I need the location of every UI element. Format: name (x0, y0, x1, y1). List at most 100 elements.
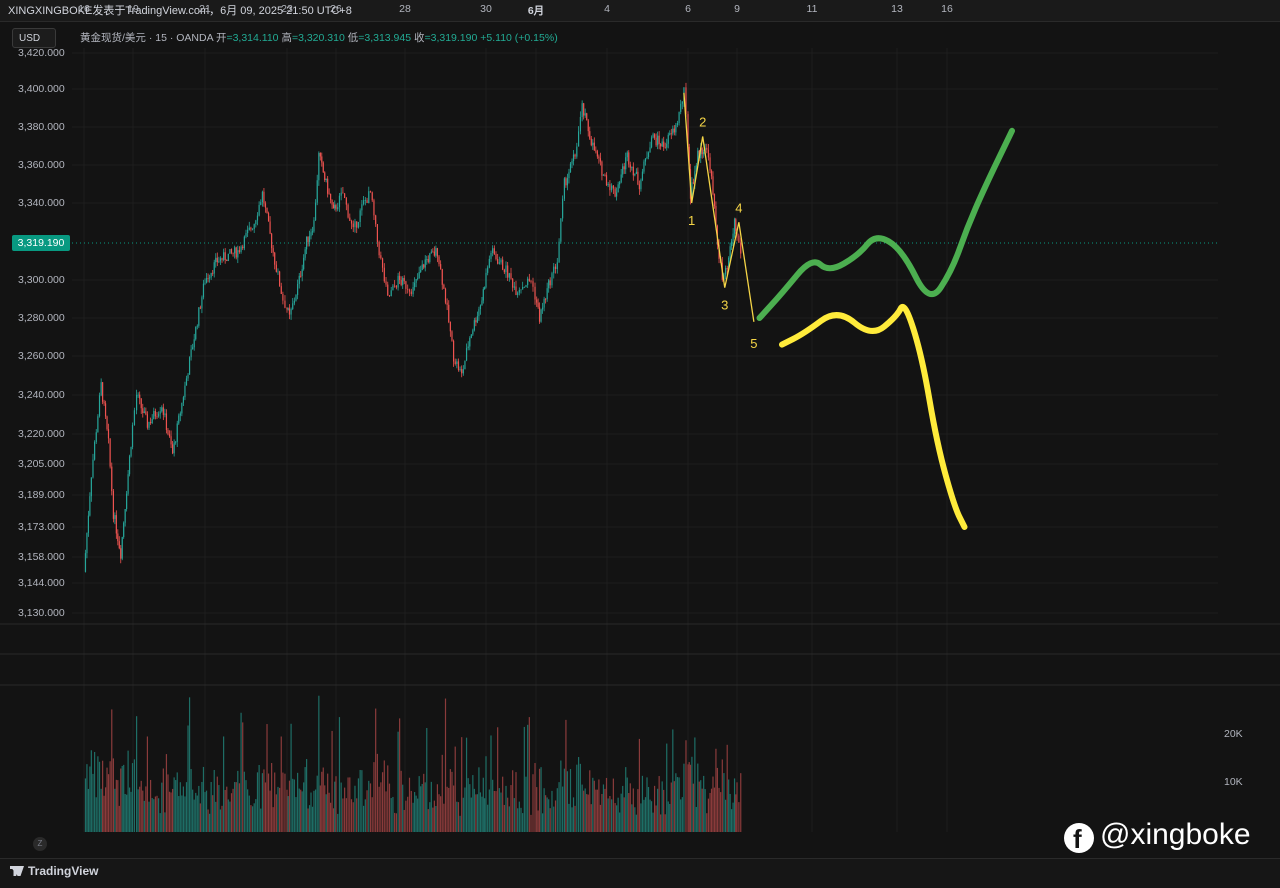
volume-bar (266, 724, 268, 832)
candle-body (733, 219, 736, 234)
candle-body (154, 410, 156, 417)
volume-bar (196, 795, 198, 832)
candle-body (612, 185, 614, 189)
volume-bar (321, 771, 323, 832)
candle-body (515, 286, 517, 295)
candle-body (548, 280, 550, 289)
candle-body (159, 411, 161, 414)
candle-body (361, 204, 363, 211)
candle-body (164, 413, 166, 415)
zoom-reset-button[interactable]: Z (33, 837, 47, 851)
volume-bar (311, 806, 314, 832)
price-tick-label: 3,130.000 (18, 607, 65, 619)
volume-bar (357, 778, 360, 832)
volume-bar (443, 803, 445, 832)
candle-body (472, 330, 474, 335)
candle-body (172, 444, 174, 454)
volume-bar (518, 801, 520, 832)
volume-bar (261, 773, 263, 832)
candle-body (230, 249, 233, 253)
volume-bar (148, 801, 150, 832)
volume-bar (407, 796, 409, 832)
volume-bar (451, 771, 453, 832)
candle-body (596, 151, 598, 157)
volume-bar (282, 772, 284, 832)
candle-body (673, 128, 675, 133)
candle-body (660, 144, 662, 147)
candle-body (256, 215, 259, 221)
volume-bar (487, 804, 489, 832)
candle-body (461, 369, 463, 374)
volume-bar (562, 786, 564, 832)
volume-bar (492, 779, 494, 832)
volume-bar (364, 799, 366, 832)
candle-body (599, 158, 602, 162)
candle-body (387, 284, 389, 296)
time-tick-label: 16 (78, 3, 90, 15)
volume-bar (576, 764, 578, 832)
volume-bar (156, 795, 158, 832)
candle-body (190, 349, 192, 358)
candle-body (646, 156, 648, 159)
candle-body (245, 233, 247, 237)
volume-bar (349, 777, 351, 832)
volume-bar (89, 766, 91, 832)
candle-body (274, 252, 276, 265)
price-chart[interactable]: 12345 (0, 0, 1280, 887)
volume-bar (332, 808, 335, 832)
volume-bar (100, 788, 102, 832)
price-tick-label: 3,380.000 (18, 121, 65, 133)
volume-bar (327, 773, 329, 832)
volume-bar (243, 771, 245, 832)
candle-body (330, 193, 332, 200)
candle-body (136, 395, 138, 411)
volume-bar (612, 778, 614, 832)
volume-bar (663, 789, 665, 832)
volume-bar (218, 785, 220, 832)
volume-bar (128, 787, 131, 832)
volume-bar (551, 790, 553, 832)
volume-bar (429, 802, 431, 832)
wave-label-5: 5 (750, 336, 757, 351)
candle-body (724, 267, 727, 275)
candle-body (176, 423, 178, 442)
candle-body (198, 307, 200, 326)
candle-body (498, 262, 500, 264)
volume-bar (227, 799, 229, 832)
volume-bar (601, 793, 603, 832)
candle-body (488, 258, 490, 268)
time-tick-label: 6 (685, 3, 691, 15)
candle-body (390, 290, 392, 297)
volume-bar (172, 788, 174, 832)
candle-body (576, 146, 578, 157)
candle-body (703, 152, 705, 155)
candle-body (167, 429, 169, 435)
price-tick-label: 3,300.000 (18, 274, 65, 286)
volume-bar (625, 767, 627, 832)
candle-body (94, 441, 96, 460)
volume-bar (440, 796, 442, 832)
candle-body (706, 147, 708, 150)
volume-bar (213, 769, 215, 832)
price-axis[interactable]: 3,420.000 3,400.000 3,380.000 3,360.000 3,34… (0, 0, 72, 630)
volume-bar (581, 784, 583, 832)
candle-body (676, 123, 679, 125)
volume-bar (253, 803, 255, 832)
candle-body (441, 269, 443, 285)
candle-body (310, 232, 312, 237)
volume-bar (212, 795, 214, 832)
candle-body (297, 283, 299, 296)
volume-bar (192, 789, 194, 832)
volume-bar (340, 782, 342, 832)
candle-body (331, 199, 333, 205)
candle-body (349, 217, 351, 221)
volume-bar (626, 777, 628, 832)
candle-body (473, 320, 475, 331)
volume-bar (640, 803, 642, 832)
candle-body (418, 271, 420, 279)
volume-bar (300, 789, 302, 832)
candle-body (510, 273, 512, 279)
volume-bar (325, 794, 327, 832)
candle-body (354, 221, 356, 228)
candle-body (139, 394, 141, 399)
